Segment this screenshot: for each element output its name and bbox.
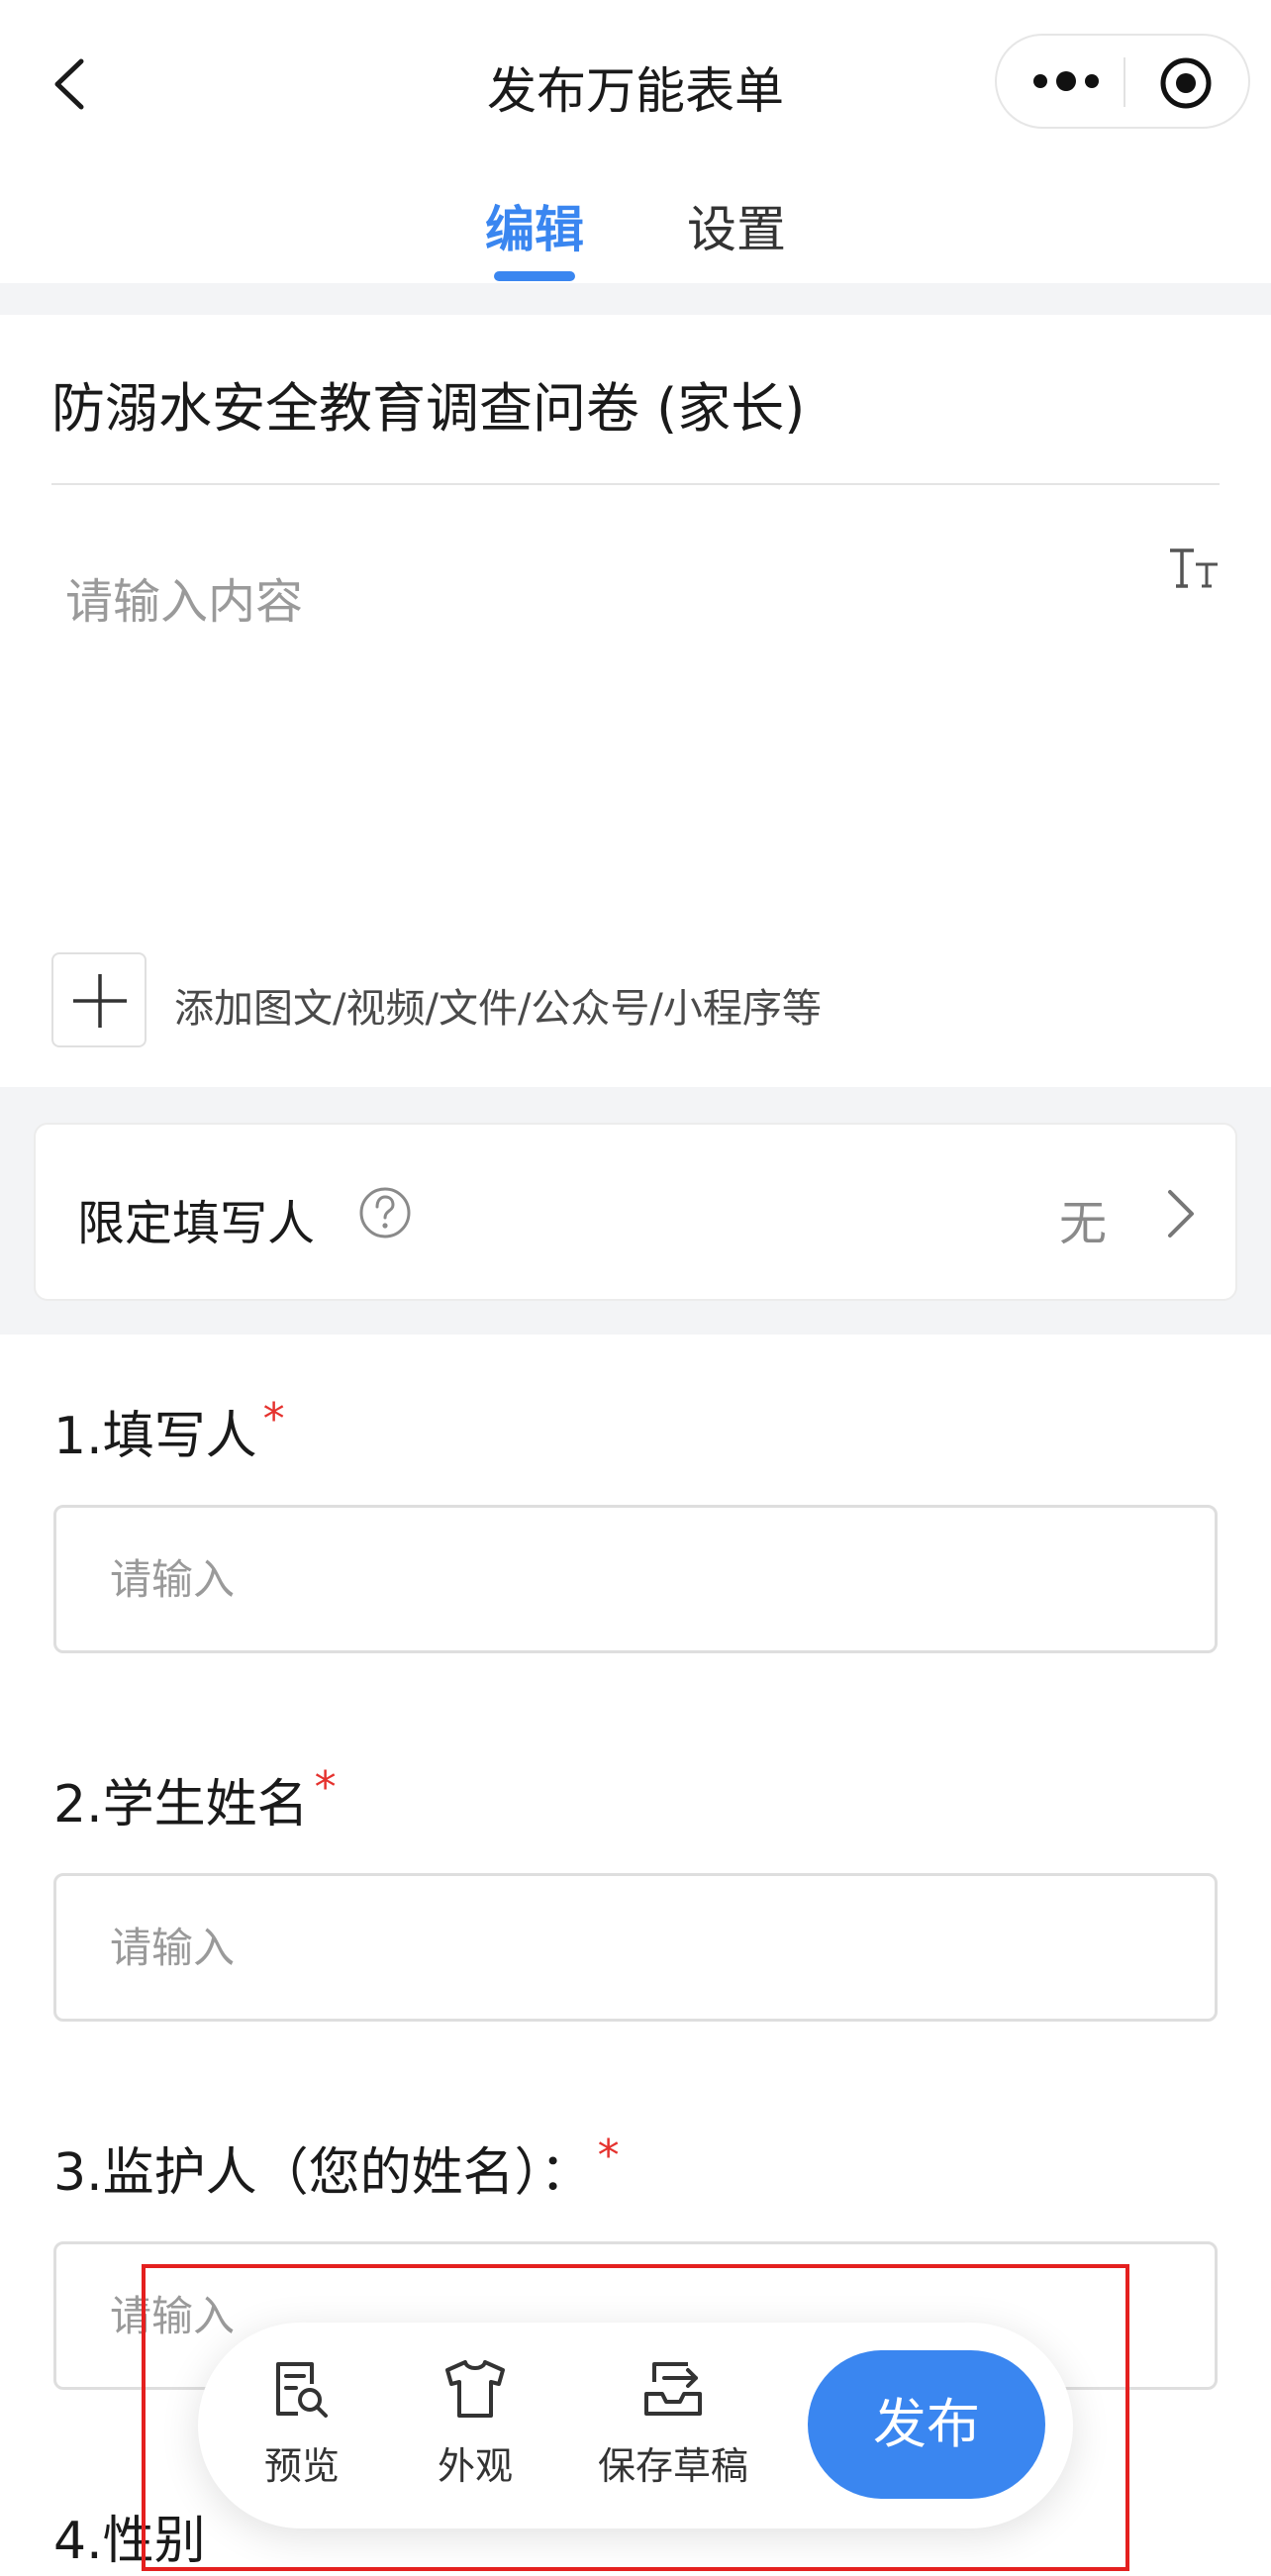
tshirt-icon xyxy=(445,2360,505,2418)
bottom-toolbar: 预览 外观 保存草稿 发布 xyxy=(198,2323,1073,2528)
tray-arrow-icon xyxy=(644,2362,702,2416)
required-mark: * xyxy=(262,1394,285,1444)
question-2-label: 2.学生姓名 * xyxy=(53,1762,337,1834)
required-mark: * xyxy=(597,2130,620,2181)
active-tab-indicator xyxy=(494,271,575,281)
question-2-input[interactable] xyxy=(56,1876,1215,2019)
target-circle-icon[interactable] xyxy=(1158,55,1214,111)
question-3-label: 3.监护人（您的姓名）： * xyxy=(53,2130,620,2203)
tab-settings[interactable]: 设置 xyxy=(687,190,786,261)
question-1-label: 1.填写人 * xyxy=(53,1394,285,1466)
preview-label: 预览 xyxy=(263,2444,340,2488)
add-media-button[interactable] xyxy=(51,952,147,1047)
tab-edit[interactable]: 编辑 xyxy=(485,190,584,261)
tab-bar: 编辑 设置 xyxy=(0,178,1271,287)
restrict-filler-row[interactable]: 限定填写人 无 xyxy=(34,1123,1237,1301)
add-media-label[interactable]: 添加图文/视频/文件/公众号/小程序等 xyxy=(174,976,822,1034)
question-2-field[interactable] xyxy=(53,1873,1218,2022)
chevron-right-icon xyxy=(1168,1190,1194,1238)
question-1-input[interactable] xyxy=(56,1508,1215,1650)
preview-button[interactable]: 预览 xyxy=(247,2358,356,2490)
save-draft-label: 保存草稿 xyxy=(597,2444,748,2488)
document-search-icon xyxy=(276,2362,328,2418)
capsule-divider xyxy=(1124,57,1125,107)
plus-icon xyxy=(73,974,127,1028)
title-divider xyxy=(51,483,1220,485)
restrict-filler-label: 限定填写人 xyxy=(77,1196,316,1251)
text-size-icon[interactable] xyxy=(1168,545,1220,590)
question-4-label: 4.性别 xyxy=(53,2512,206,2571)
question-1-field[interactable] xyxy=(53,1505,1218,1653)
restrict-filler-value: 无 xyxy=(1059,1196,1108,1251)
mini-program-capsule xyxy=(995,34,1250,129)
more-dots-icon[interactable] xyxy=(1027,51,1106,111)
appearance-button[interactable]: 外观 xyxy=(421,2358,530,2490)
publish-button[interactable]: 发布 xyxy=(808,2350,1045,2499)
required-mark: * xyxy=(314,1762,337,1813)
section-divider xyxy=(0,283,1271,315)
save-draft-button[interactable]: 保存草稿 xyxy=(589,2358,757,2490)
nav-bar: 发布万能表单 xyxy=(0,0,1271,168)
description-input[interactable]: 请输入内容 xyxy=(65,562,303,632)
appearance-label: 外观 xyxy=(437,2444,513,2488)
question-circle-icon[interactable] xyxy=(358,1186,412,1239)
form-title[interactable]: 防溺水安全教育调查问卷 (家长) xyxy=(51,364,805,443)
